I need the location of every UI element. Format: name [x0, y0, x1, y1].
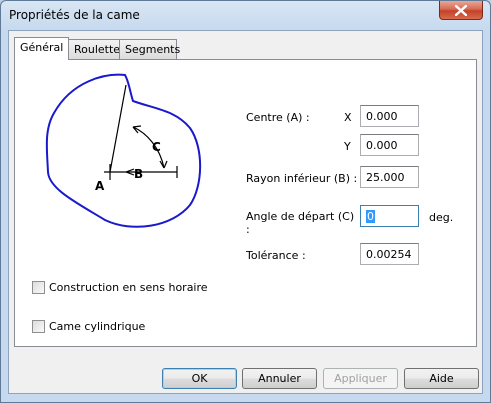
came-cylindrique-checkbox[interactable]	[32, 320, 45, 333]
label-a: A	[95, 179, 105, 193]
tab-roulette[interactable]: Roulette	[68, 39, 120, 59]
angle-label-colon: :	[246, 223, 250, 236]
x-label: X	[344, 111, 352, 124]
rayon-input[interactable]: 25.000	[360, 166, 419, 188]
cancel-button[interactable]: Annuler	[242, 368, 317, 389]
angle-input[interactable]: 0	[360, 205, 419, 227]
tab-general[interactable]: Général	[14, 37, 69, 60]
angle-input-selected-text: 0	[366, 210, 375, 223]
construction-horaire-label[interactable]: Construction en sens horaire	[49, 281, 208, 294]
centre-x-input[interactable]: 0.000	[360, 105, 419, 127]
construction-horaire-checkbox[interactable]	[32, 281, 45, 294]
ok-button[interactable]: OK	[162, 368, 237, 389]
tolerance-input[interactable]: 0.00254	[360, 243, 419, 265]
dialog-client: Général Roulette Segments A B C Centre (…	[8, 30, 483, 394]
angle-unit-label: deg.	[429, 211, 454, 224]
centre-label: Centre (A) :	[246, 111, 310, 124]
rayon-label: Rayon inférieur (B) :	[246, 172, 358, 185]
tolerance-label: Tolérance :	[246, 249, 306, 262]
cam-diagram: A B C	[45, 73, 202, 228]
label-b: B	[134, 167, 143, 181]
angle-label: Angle de départ (C)	[246, 210, 355, 223]
tab-roulette-label: Roulette	[74, 43, 121, 56]
help-button[interactable]: Aide	[404, 368, 479, 389]
tab-general-label: Général	[20, 41, 64, 54]
title-bar[interactable]: Propriétés de la came	[1, 1, 490, 29]
label-c: C	[152, 140, 161, 154]
tab-segments[interactable]: Segments	[119, 39, 181, 59]
y-label: Y	[344, 140, 351, 153]
tab-segments-label: Segments	[125, 43, 181, 56]
centre-y-input[interactable]: 0.000	[360, 134, 419, 156]
close-icon	[455, 5, 467, 16]
came-cylindrique-label[interactable]: Came cylindrique	[49, 320, 145, 333]
close-button[interactable]	[439, 1, 483, 20]
dialog-window: Propriétés de la came Général Roulette S…	[0, 0, 491, 403]
window-title: Propriétés de la came	[9, 8, 140, 22]
tab-panel-general: A B C Centre (A) : X 0.000 Y 0.000 Rayon…	[14, 59, 477, 347]
radius-line-c	[109, 84, 127, 173]
apply-button[interactable]: Appliquer	[323, 368, 398, 389]
